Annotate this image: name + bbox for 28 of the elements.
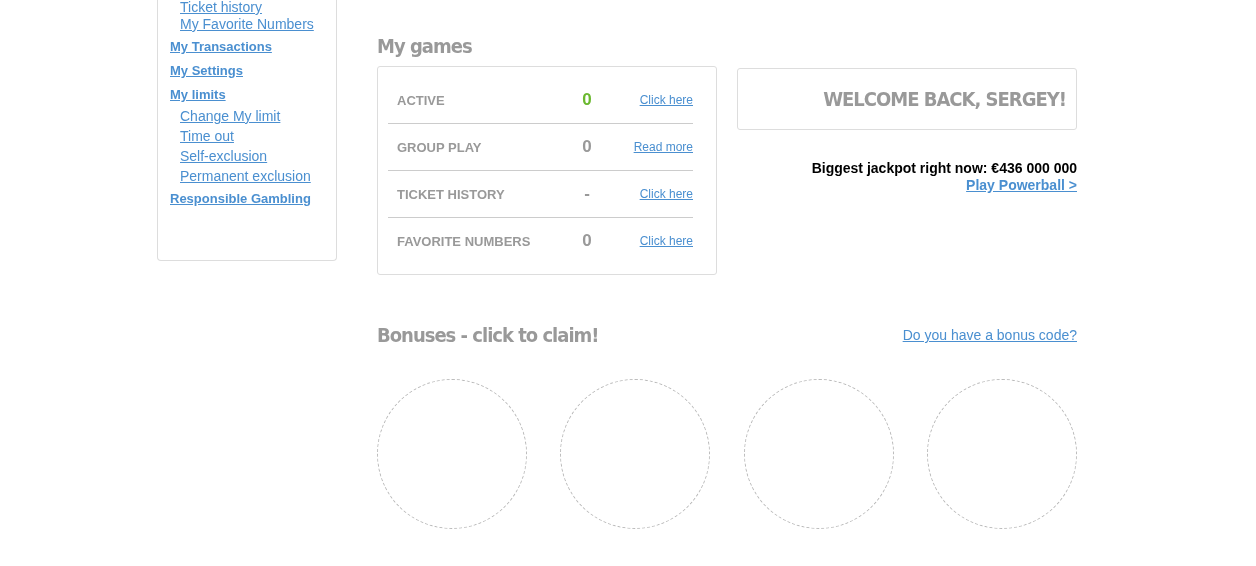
sidebar-sublink[interactable]: Permanent exclusion <box>180 166 311 186</box>
sidebar-sublink[interactable]: Self-exclusion <box>180 146 268 166</box>
sidebar-sublink[interactable]: Ticket history <box>180 0 262 14</box>
game-label: ACTIVE <box>396 92 446 108</box>
game-count: 0 <box>581 231 593 251</box>
sidebar-link[interactable]: My limits <box>170 86 226 103</box>
game-count: 0 <box>581 90 593 110</box>
game-count: 0 <box>581 137 593 157</box>
sidebar-sublink[interactable]: My Favorite Numbers <box>180 14 314 34</box>
section-title: Bonuses - click to claim! <box>377 323 599 347</box>
bonus-code-link[interactable]: Do you have a bonus code? <box>902 327 1077 343</box>
sidebar-sublink[interactable]: Change My limit <box>180 106 281 126</box>
game-link[interactable]: Click here <box>639 187 693 201</box>
play-link[interactable]: Play Powerball > <box>966 177 1077 193</box>
sidebar-link[interactable]: My Settings <box>170 62 243 79</box>
section-title: My games <box>377 34 473 58</box>
game-link[interactable]: Click here <box>639 234 693 248</box>
game-label: FAVORITE NUMBERS <box>396 233 532 249</box>
game-label: GROUP PLAY <box>396 139 483 155</box>
game-label: TICKET HISTORY <box>396 186 506 202</box>
welcome-banner: WELCOME BACK, SERGEY! <box>737 68 1077 130</box>
sidebar-sublink[interactable]: Time out <box>180 126 234 146</box>
game-link[interactable]: Click here <box>639 93 693 107</box>
game-link[interactable]: Read more <box>633 140 693 154</box>
sidebar-link[interactable]: Responsible Gambling <box>170 190 311 207</box>
game-count: - <box>583 184 591 204</box>
sidebar-link[interactable]: My Transactions <box>170 38 272 55</box>
jackpot-text: Biggest jackpot right now: €436 000 000 <box>811 160 1077 176</box>
